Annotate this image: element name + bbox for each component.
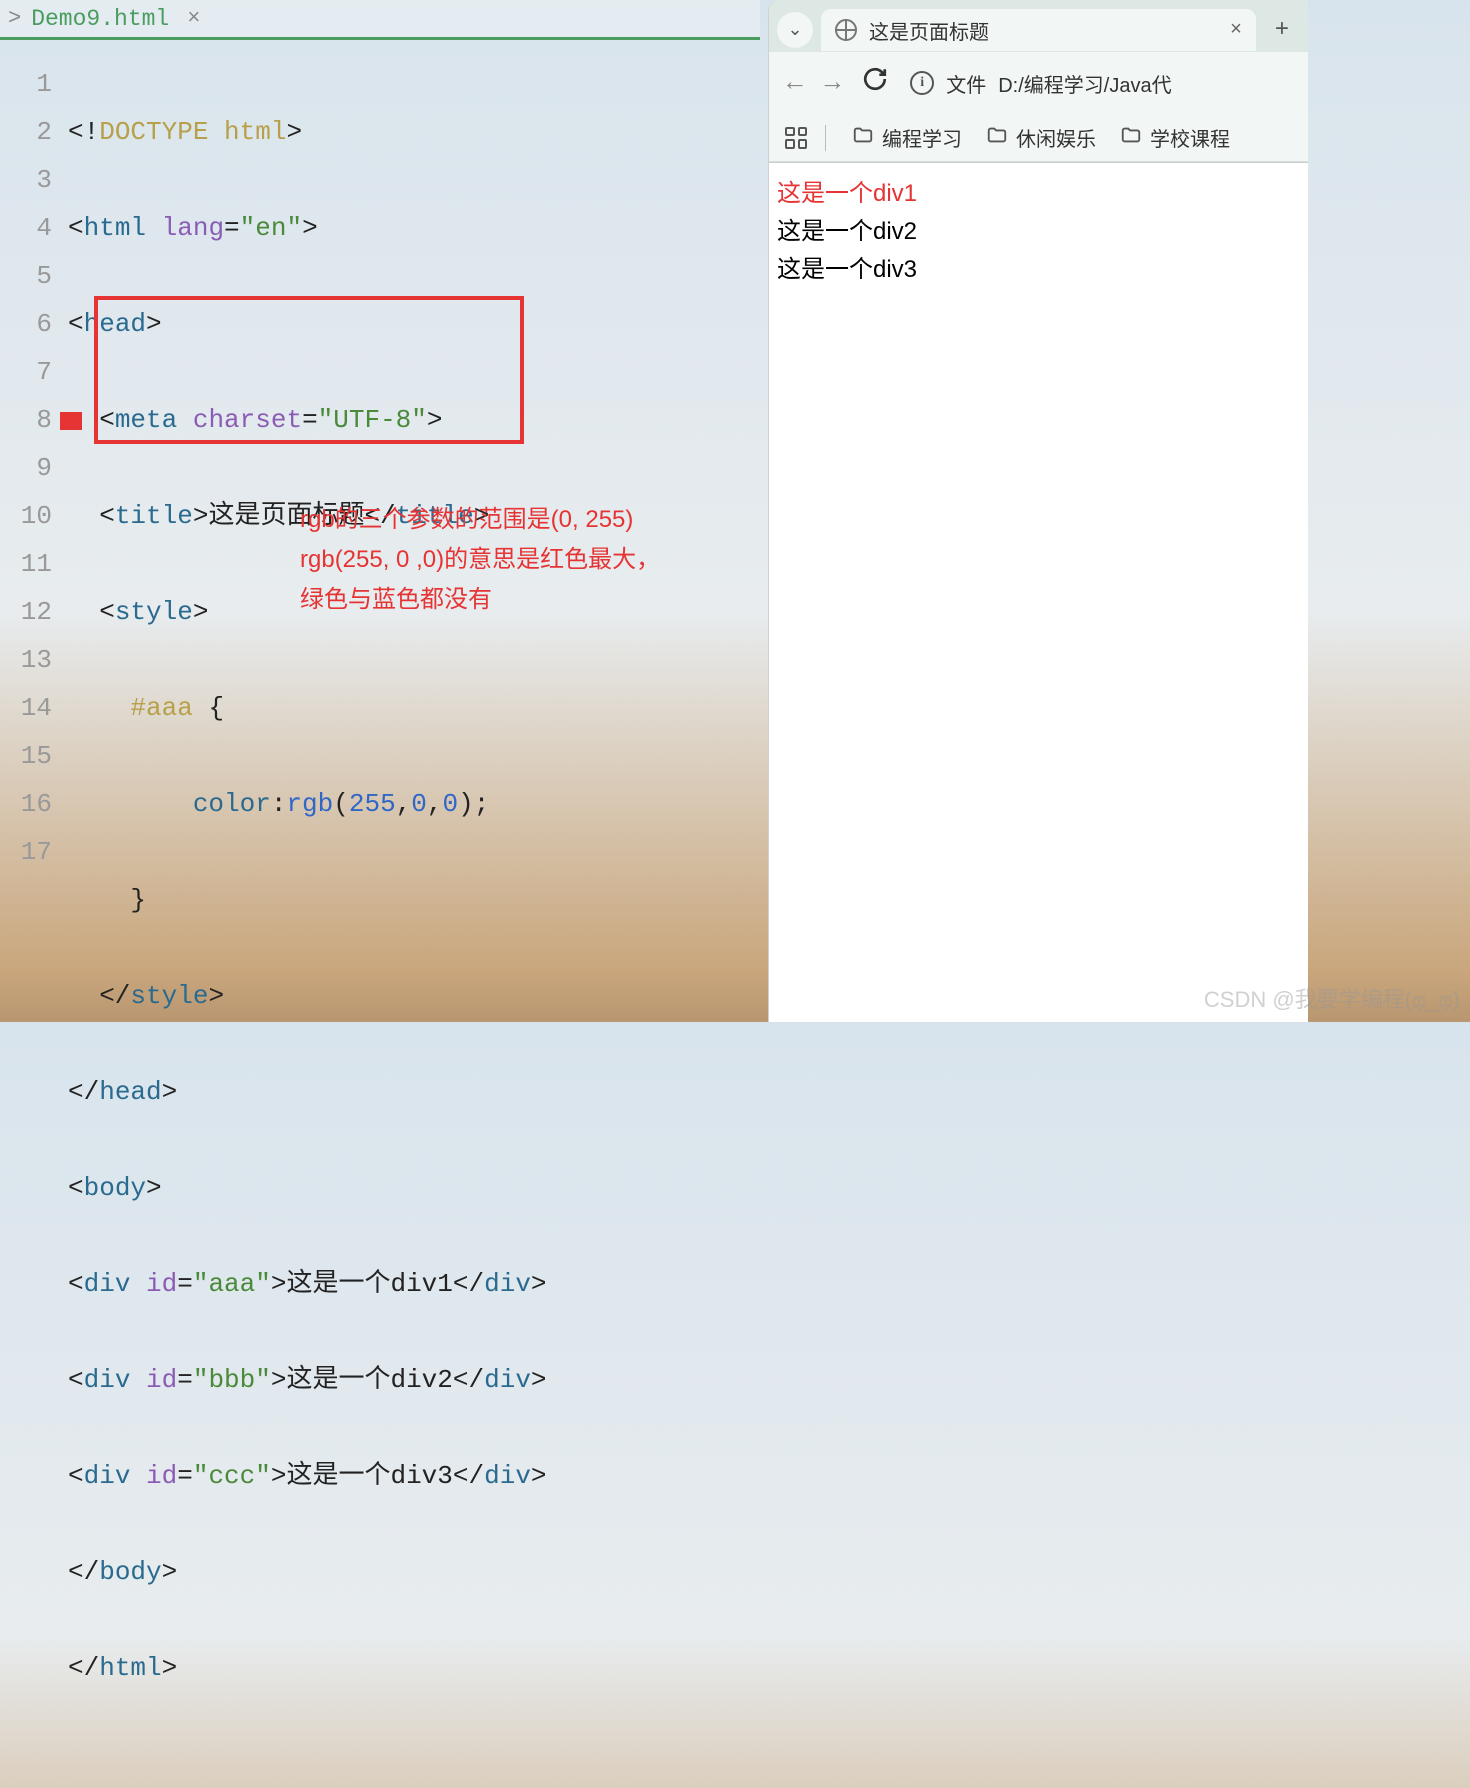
line-number: 6 <box>0 300 52 348</box>
folder-icon <box>986 124 1008 152</box>
line-number: 17 <box>0 828 52 876</box>
globe-icon <box>835 19 857 41</box>
page-div-1: 这是一个div1 <box>777 175 1300 213</box>
folder-icon <box>852 124 874 152</box>
browser-toolbar: ← → i 文件 D:/编程学习/Java代 <box>769 52 1308 114</box>
url-scheme-label: 文件 <box>946 69 986 98</box>
watermark: CSDN @我要学编程(ಥ_ಥ) <box>1204 982 1460 1014</box>
line-number: 11 <box>0 540 52 588</box>
breadcrumb-chevron: > <box>8 6 21 31</box>
line-number: 16 <box>0 780 52 828</box>
line-number: 13 <box>0 636 52 684</box>
bookmark-folder[interactable]: 学校课程 <box>1112 119 1238 156</box>
editor-tab-bar: > Demo9.html × <box>0 0 760 40</box>
folder-icon <box>1120 124 1142 152</box>
line-number: 8 <box>0 396 52 444</box>
code-area: 1 2 3 4 5 6 7 8 9 10 11 12 13 14 15 16 1… <box>0 40 760 1788</box>
new-tab-button[interactable]: + <box>1264 12 1300 48</box>
browser-window: ⌄ 这是页面标题 × + ← → i 文件 D:/编程学习/Java代 <box>768 0 1308 1022</box>
editor-tab-filename[interactable]: Demo9.html <box>31 6 169 32</box>
line-number: 10 <box>0 492 52 540</box>
line-number: 4 <box>0 204 52 252</box>
url-path: D:/编程学习/Java代 <box>998 69 1171 98</box>
tab-search-button[interactable]: ⌄ <box>777 12 813 48</box>
bookmark-folder[interactable]: 编程学习 <box>844 119 970 156</box>
page-div-2: 这是一个div2 <box>777 213 1300 251</box>
line-number: 15 <box>0 732 52 780</box>
line-number: 5 <box>0 252 52 300</box>
page-div-3: 这是一个div3 <box>777 251 1300 289</box>
bookmark-folder[interactable]: 休闲娱乐 <box>978 119 1104 156</box>
browser-viewport: 这是一个div1 这是一个div2 这是一个div3 <box>769 163 1308 301</box>
line-number: 3 <box>0 156 52 204</box>
line-number: 14 <box>0 684 52 732</box>
line-number: 7 <box>0 348 52 396</box>
code-editor-panel: > Demo9.html × 1 2 3 4 5 6 7 8 9 10 11 1… <box>0 0 760 1022</box>
back-button[interactable]: ← <box>787 68 803 98</box>
line-number: 2 <box>0 108 52 156</box>
apps-icon[interactable] <box>785 127 807 149</box>
close-tab-icon[interactable]: × <box>187 6 200 31</box>
close-tab-icon[interactable]: × <box>1230 19 1242 42</box>
bookmarks-bar: 编程学习 休闲娱乐 学校课程 <box>769 114 1308 162</box>
info-icon[interactable]: i <box>910 71 934 95</box>
line-number: 12 <box>0 588 52 636</box>
forward-button[interactable]: → <box>825 68 841 98</box>
browser-chrome: ⌄ 这是页面标题 × + ← → i 文件 D:/编程学习/Java代 <box>769 0 1308 163</box>
browser-tab-strip: ⌄ 这是页面标题 × + <box>769 0 1308 52</box>
code-text[interactable]: <!DOCTYPE html> <html lang="en"> <head> … <box>68 60 760 1788</box>
line-number: 1 <box>0 60 52 108</box>
line-number-gutter: 1 2 3 4 5 6 7 8 9 10 11 12 13 14 15 16 1… <box>0 60 68 1788</box>
browser-tab-title: 这是页面标题 <box>869 16 1218 45</box>
line-number: 9 <box>0 444 52 492</box>
browser-tab[interactable]: 这是页面标题 × <box>821 9 1256 51</box>
reload-button[interactable] <box>862 66 888 100</box>
divider <box>825 125 826 151</box>
address-bar[interactable]: i 文件 D:/编程学习/Java代 <box>910 69 1290 98</box>
annotation-text: rgb的三个参数的范围是(0, 255) rgb(255, 0 ,0)的意思是红… <box>300 500 660 620</box>
